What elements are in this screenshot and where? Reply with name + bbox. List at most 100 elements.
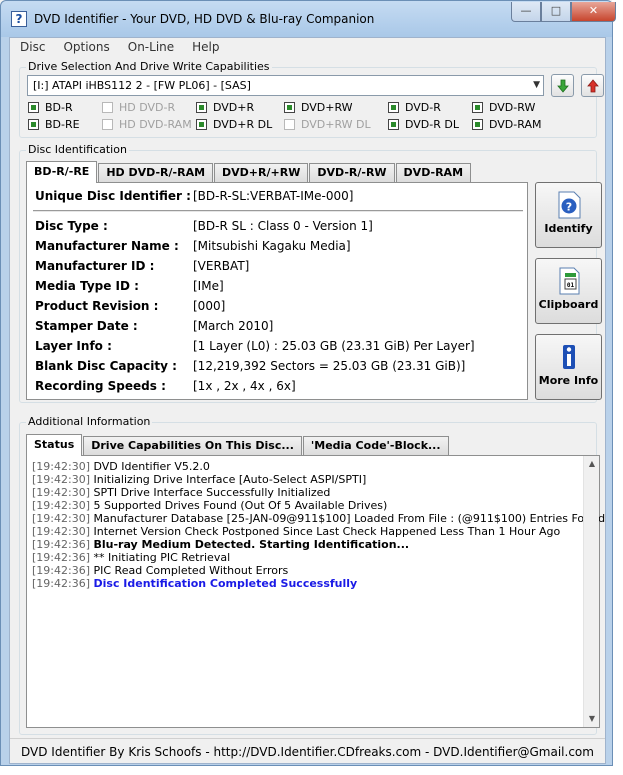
checked-icon	[196, 102, 207, 113]
menu-options[interactable]: Options	[53, 38, 117, 57]
info-icon	[562, 345, 575, 369]
unique-id-value: [BD-R-SL:VERBAT-IMe-000]	[193, 189, 354, 203]
tab-status[interactable]: Status	[26, 434, 83, 456]
log-line: [19:42:30] Manufacturer Database [25-JAN…	[32, 512, 605, 525]
tab-dvd-minus[interactable]: DVD-R/-RW	[309, 163, 395, 182]
field-value: [000]	[193, 299, 226, 313]
capability-hd-dvd-r: HD DVD-R	[102, 101, 175, 114]
log-line: [19:42:36] PIC Read Completed Without Er…	[32, 564, 592, 577]
title-bar[interactable]: ? DVD Identifier - Your DVD, HD DVD & Bl…	[1, 1, 616, 37]
footer-divider	[10, 738, 605, 739]
close-button[interactable]: ✕	[571, 2, 616, 22]
log-timestamp: [19:42:36]	[32, 577, 90, 590]
unique-id-label: Unique Disc Identifier :	[35, 189, 191, 203]
unchecked-icon	[102, 102, 113, 113]
window-title: DVD Identifier - Your DVD, HD DVD & Blu-…	[34, 12, 375, 26]
tab-hd-dvd[interactable]: HD DVD-R/-RAM	[98, 163, 214, 182]
capability-label: DVD-R	[405, 101, 441, 114]
capability-label: HD DVD-RAM	[119, 118, 192, 131]
background-bottom-strip	[0, 765, 623, 775]
tab-bd-r-re[interactable]: BD-R/-RE	[26, 161, 98, 183]
menu-help[interactable]: Help	[182, 38, 227, 57]
field-label: Media Type ID :	[35, 279, 139, 293]
footer-credits: DVD Identifier By Kris Schoofs - http://…	[21, 745, 594, 759]
status-log[interactable]: [19:42:30] DVD Identifier V5.2.0 [19:42:3…	[32, 460, 605, 590]
capability-dvd-r: DVD-R	[388, 101, 441, 114]
drive-dropdown[interactable]: [I:] ATAPI iHBS112 2 - [FW PL06] - [SAS]…	[27, 75, 544, 96]
clipboard-icon: 01	[559, 267, 579, 295]
drive-group-label: Drive Selection And Drive Write Capabili…	[26, 60, 272, 73]
scroll-down-icon[interactable]: ▼	[584, 711, 600, 727]
log-message: Manufacturer Database [25-JAN-09@911$100…	[93, 512, 606, 525]
field-value: [12,219,392 Sectors = 25.03 GB (23.31 Gi…	[193, 359, 466, 373]
log-timestamp: [19:42:30]	[32, 486, 90, 499]
tab-media-code-block[interactable]: 'Media Code'-Block...	[302, 436, 449, 455]
capability-label: DVD+RW DL	[301, 118, 371, 131]
svg-text:?: ?	[565, 201, 571, 214]
clipboard-label: Clipboard	[538, 298, 599, 311]
arrow-down-icon	[556, 79, 569, 93]
capability-label: DVD-RAM	[489, 118, 542, 131]
tab-drive-capabilities[interactable]: Drive Capabilities On This Disc...	[83, 436, 302, 455]
capability-dvd-r-dl: DVD-R DL	[388, 118, 459, 131]
capability-bd-re: BD-RE	[28, 118, 80, 131]
identify-label: Identify	[544, 222, 593, 235]
field-label: Blank Disc Capacity :	[35, 359, 177, 373]
identify-button[interactable]: ? Identify	[535, 182, 602, 248]
checked-icon	[472, 102, 483, 113]
checked-icon	[388, 119, 399, 130]
checked-icon	[284, 102, 295, 113]
clipboard-button[interactable]: 01 Clipboard	[535, 258, 602, 324]
log-timestamp: [19:42:30]	[32, 525, 90, 538]
svg-text:01: 01	[566, 282, 574, 289]
more-info-button[interactable]: More Info	[535, 334, 602, 400]
log-message: DVD Identifier V5.2.0	[93, 460, 210, 473]
log-timestamp: [19:42:30]	[32, 460, 90, 473]
field-value: [1 Layer (L0) : 25.03 GB (23.31 GiB) Per…	[193, 339, 475, 353]
log-message: Blu-ray Medium Detected. Starting Identi…	[93, 538, 410, 551]
field-label: Recording Speeds :	[35, 379, 166, 393]
log-line: [19:42:30] Internet Version Check Postpo…	[32, 525, 592, 538]
info-tabs: Status Drive Capabilities On This Disc..…	[26, 434, 450, 456]
drive-up-button[interactable]	[581, 74, 604, 97]
info-group-label: Additional Information	[26, 415, 153, 428]
capability-label: DVD+R DL	[213, 118, 273, 131]
capability-label: DVD-R DL	[405, 118, 459, 131]
log-line: [19:42:30] DVD Identifier V5.2.0	[32, 460, 592, 473]
field-label: Manufacturer Name :	[35, 239, 179, 253]
capability-dvd-rw: DVD+RW	[284, 101, 353, 114]
capability-bd-r: BD-R	[28, 101, 73, 114]
log-message: ** Initiating PIC Retrieval	[93, 551, 231, 564]
checked-icon	[28, 119, 39, 130]
menu-online[interactable]: On-Line	[118, 38, 182, 57]
capability-dvd-rw: DVD-RW	[472, 101, 535, 114]
log-line: [19:42:30] 5 Supported Drives Found (Out…	[32, 499, 592, 512]
chevron-down-icon: ▼	[533, 80, 540, 90]
field-label: Disc Type :	[35, 219, 108, 233]
menu-disc[interactable]: Disc	[10, 38, 53, 57]
scroll-up-icon[interactable]: ▲	[584, 456, 600, 472]
checked-icon	[28, 102, 39, 113]
log-timestamp: [19:42:30]	[32, 512, 90, 525]
checked-icon	[388, 102, 399, 113]
question-document-icon: ?	[558, 191, 580, 219]
tab-dvd-ram[interactable]: DVD-RAM	[395, 163, 472, 182]
log-timestamp: [19:42:30]	[32, 499, 90, 512]
maximize-button[interactable]: □	[541, 2, 571, 22]
log-timestamp: [19:42:36]	[32, 551, 90, 564]
disc-group-label: Disc Identification	[26, 143, 129, 156]
log-scrollbar[interactable]: ▲ ▼	[583, 456, 599, 727]
log-timestamp: [19:42:30]	[32, 473, 90, 486]
minimize-button[interactable]: —	[511, 2, 541, 22]
selected-drive: [I:] ATAPI iHBS112 2 - [FW PL06] - [SAS]	[33, 79, 251, 92]
field-value: [1x , 2x , 4x , 6x]	[193, 379, 296, 393]
capability-dvd-r-dl: DVD+R DL	[196, 118, 272, 131]
log-message: PIC Read Completed Without Errors	[93, 564, 289, 577]
drive-down-button[interactable]	[551, 74, 574, 97]
field-value: [Mitsubishi Kagaku Media]	[193, 239, 351, 253]
field-value: [VERBAT]	[193, 259, 250, 273]
tab-dvd-plus[interactable]: DVD+R/+RW	[214, 163, 309, 182]
disc-info-panel: Unique Disc Identifier : [BD-R-SL:VERBAT…	[26, 182, 528, 400]
log-message: 5 Supported Drives Found (Out Of 5 Avail…	[93, 499, 388, 512]
capability-label: DVD+RW	[301, 101, 353, 114]
